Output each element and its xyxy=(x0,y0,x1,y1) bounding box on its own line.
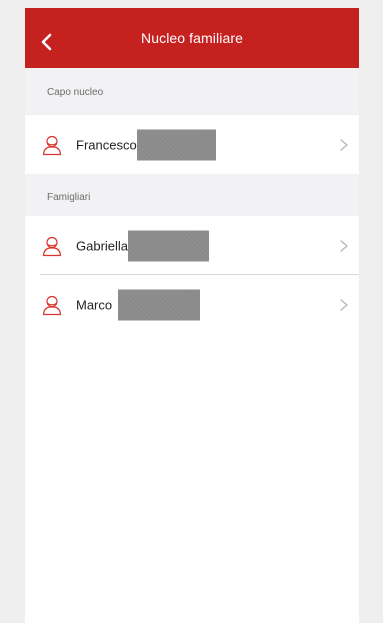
chevron-right-icon xyxy=(337,239,351,253)
redaction-block xyxy=(128,230,210,261)
member-name-wrap: Francesco xyxy=(76,129,216,160)
chevron-right-icon xyxy=(337,298,351,312)
redaction-block xyxy=(118,289,201,320)
list-item-member[interactable]: Francesco xyxy=(25,115,359,174)
section-header-famigliari: Famigliari xyxy=(25,185,359,209)
member-name-wrap: Marco xyxy=(76,289,201,320)
chevron-left-icon xyxy=(41,33,52,51)
page-title: Nucleo familiare xyxy=(141,30,243,46)
empty-content-area xyxy=(25,328,359,623)
member-name: Marco xyxy=(76,297,113,312)
member-name: Francesco xyxy=(76,137,137,152)
list-item-member[interactable]: Gabriella xyxy=(25,216,359,275)
user-outline-icon xyxy=(40,133,64,157)
app-screen: Nucleo familiare Capo nucleo Francesco F… xyxy=(25,8,359,623)
redaction-block xyxy=(136,129,216,160)
user-outline-icon xyxy=(40,234,64,258)
list-item-member[interactable]: Marco xyxy=(25,275,359,334)
group-capo-nucleo: Francesco xyxy=(25,115,359,174)
chevron-right-icon xyxy=(337,138,351,152)
top-app-bar: Nucleo familiare xyxy=(25,8,359,68)
section-header-capo-nucleo: Capo nucleo xyxy=(25,80,359,104)
member-name: Gabriella xyxy=(76,238,129,253)
section-label: Famigliari xyxy=(47,191,91,203)
section-label: Capo nucleo xyxy=(47,86,104,98)
member-name-wrap: Gabriella xyxy=(76,230,210,261)
back-button[interactable] xyxy=(35,30,59,54)
group-famigliari: Gabriella Marco xyxy=(25,216,359,334)
user-outline-icon xyxy=(40,293,64,317)
